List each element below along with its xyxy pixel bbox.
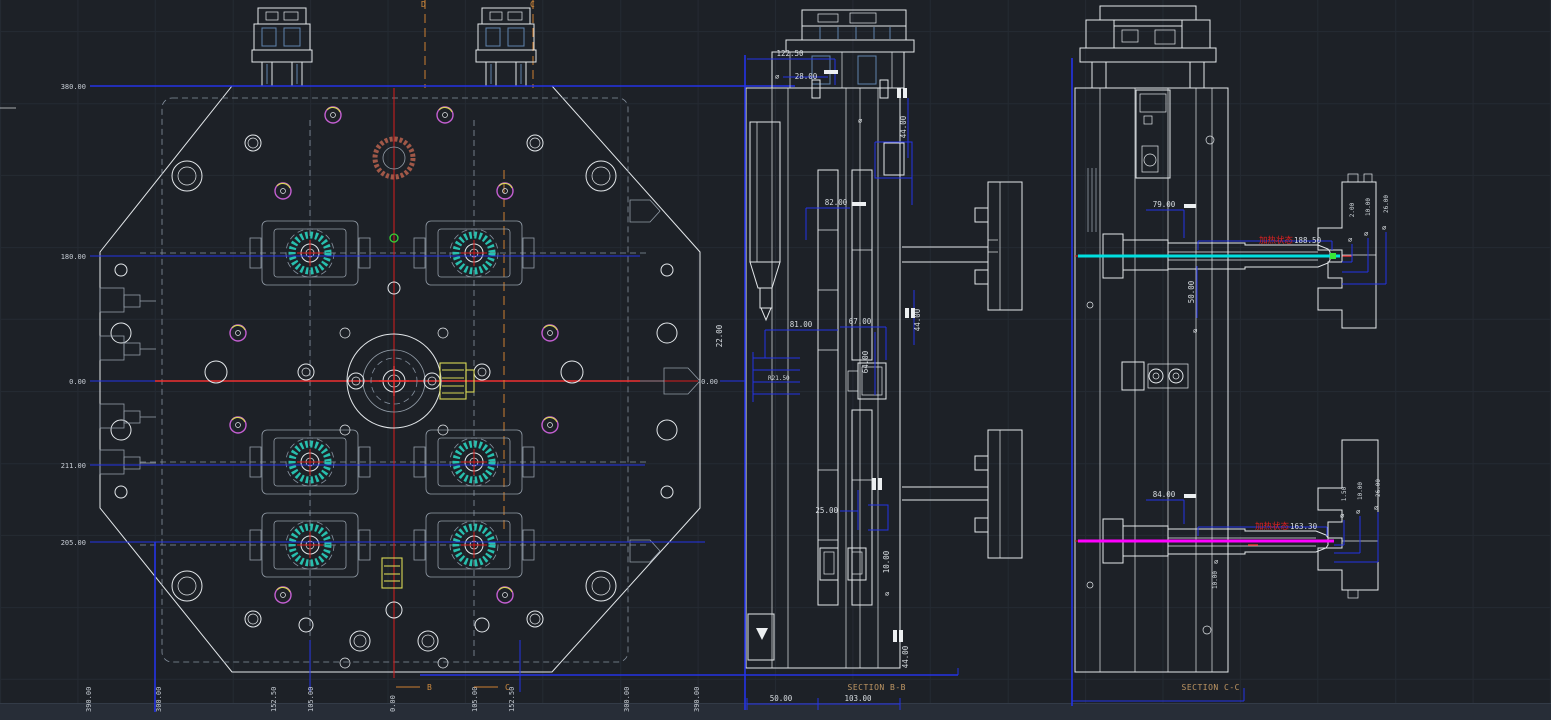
section-c-title: SECTION C-C bbox=[1182, 683, 1240, 692]
section-b-view[interactable]: 122.50 ⌀ 28.00 44.00 ⌀ 82.00 22.00 81.00… bbox=[701, 10, 1022, 710]
section-marker-c-bottom: C bbox=[505, 683, 510, 692]
dim-label[interactable]: 50.00 bbox=[1187, 280, 1196, 303]
cavity-block-top[interactable] bbox=[1318, 174, 1376, 328]
diameter-symbol: ⌀ bbox=[1374, 504, 1378, 512]
dim-label[interactable]: 82.00 bbox=[825, 198, 848, 207]
axis-label: 0.00 bbox=[69, 378, 86, 386]
diameter-symbol: ⌀ bbox=[1356, 508, 1360, 516]
plan-dimension-lines[interactable] bbox=[90, 86, 958, 712]
axis-label: 105.00 bbox=[307, 687, 315, 712]
dim-label[interactable]: 25.00 bbox=[815, 506, 838, 515]
section-marker-b: B bbox=[427, 683, 432, 692]
section-marker-c-top: C bbox=[530, 0, 535, 9]
diameter-symbol: ⌀ bbox=[1340, 512, 1344, 520]
axis-label: 180.00 bbox=[61, 253, 86, 261]
dim-label[interactable]: 10.00 bbox=[1212, 571, 1219, 589]
dim-label[interactable]: 79.00 bbox=[1153, 200, 1176, 209]
axis-label: 300.00 bbox=[155, 687, 163, 712]
cad-drawing: 380.00 180.00 0.00 211.00 205.00 390.00 … bbox=[0, 0, 1551, 720]
axis-label: 300.00 bbox=[623, 687, 631, 712]
dim-label[interactable]: 44.00 bbox=[899, 115, 908, 138]
dim-label[interactable]: 163.30 bbox=[1290, 522, 1318, 531]
dim-label[interactable]: 103.00 bbox=[844, 694, 872, 703]
dim-label[interactable]: 64.00 bbox=[861, 350, 870, 373]
axis-label: 390.00 bbox=[693, 687, 701, 712]
dim-label[interactable]: 22.00 bbox=[715, 324, 724, 347]
dim-label[interactable]: 44.00 bbox=[913, 308, 922, 331]
diameter-symbol: ⌀ bbox=[1214, 558, 1218, 566]
dim-label[interactable]: 84.00 bbox=[1153, 490, 1176, 499]
plan-view[interactable]: 380.00 180.00 0.00 211.00 205.00 390.00 … bbox=[0, 0, 958, 712]
cavity-block-bottom[interactable] bbox=[1318, 440, 1378, 598]
section-b-title: SECTION B-B bbox=[848, 683, 906, 692]
dim-label[interactable]: 50.00 bbox=[770, 694, 793, 703]
axis-label: 390.00 bbox=[85, 687, 93, 712]
dim-label[interactable]: 81.00 bbox=[790, 320, 813, 329]
dim-label[interactable]: 122.50 bbox=[776, 49, 804, 58]
section-markers: D C B C bbox=[396, 0, 535, 692]
diameter-symbol: ⌀ bbox=[1348, 236, 1352, 244]
dim-label[interactable]: 10.00 bbox=[1365, 198, 1372, 216]
dim-label[interactable]: 10.00 bbox=[1357, 482, 1364, 500]
axis-label: 380.00 bbox=[61, 83, 86, 91]
section-marker-d: D bbox=[421, 0, 426, 9]
axis-label: 211.00 bbox=[61, 462, 86, 470]
dim-label[interactable]: 10.00 bbox=[882, 550, 891, 573]
dim-label[interactable]: 67.00 bbox=[849, 317, 872, 326]
diameter-symbol: ⌀ bbox=[885, 590, 889, 598]
diameter-symbol: ⌀ bbox=[858, 117, 862, 125]
section-c-view[interactable]: 79.00 加热状态 188.50 50.00 ⌀ 2.00 10.00 26.… bbox=[1072, 6, 1390, 706]
dim-label[interactable]: 28.00 bbox=[795, 72, 818, 81]
diameter-symbol: ⌀ bbox=[775, 73, 779, 81]
section-c-dimensions[interactable] bbox=[1072, 58, 1386, 706]
clamp-bracket-bottom[interactable] bbox=[975, 430, 1022, 558]
hot-runner-label-top: 加热状态 bbox=[1259, 235, 1294, 246]
plan-axis-labels: 380.00 180.00 0.00 211.00 205.00 390.00 … bbox=[61, 83, 701, 712]
diameter-symbol: ⌀ bbox=[1364, 230, 1368, 238]
clamp-bracket-top[interactable] bbox=[975, 182, 1022, 310]
dim-label[interactable]: 1.50 bbox=[1341, 486, 1348, 501]
cad-viewport[interactable]: 380.00 180.00 0.00 211.00 205.00 390.00 … bbox=[0, 0, 1551, 720]
diameter-symbol: ⌀ bbox=[1193, 327, 1197, 335]
axis-label: 105.00 bbox=[471, 687, 479, 712]
dim-label[interactable]: 26.00 bbox=[1375, 479, 1382, 497]
axis-label: 0.00 bbox=[389, 695, 397, 712]
datum-label[interactable]: 0.00 bbox=[701, 378, 718, 386]
hot-runner-label-bottom: 加热状态 bbox=[1255, 521, 1290, 532]
dim-label[interactable]: 44.00 bbox=[901, 645, 910, 668]
dim-label[interactable]: 26.00 bbox=[1383, 195, 1390, 213]
dim-label[interactable]: R21.50 bbox=[768, 375, 790, 382]
diameter-symbol: ⌀ bbox=[1382, 224, 1386, 232]
dim-label[interactable]: 188.50 bbox=[1294, 236, 1322, 245]
axis-label: 152.50 bbox=[270, 687, 278, 712]
axis-label: 205.00 bbox=[61, 539, 86, 547]
dim-label[interactable]: 2.00 bbox=[1349, 202, 1356, 217]
yellow-part-lower[interactable] bbox=[382, 558, 402, 588]
